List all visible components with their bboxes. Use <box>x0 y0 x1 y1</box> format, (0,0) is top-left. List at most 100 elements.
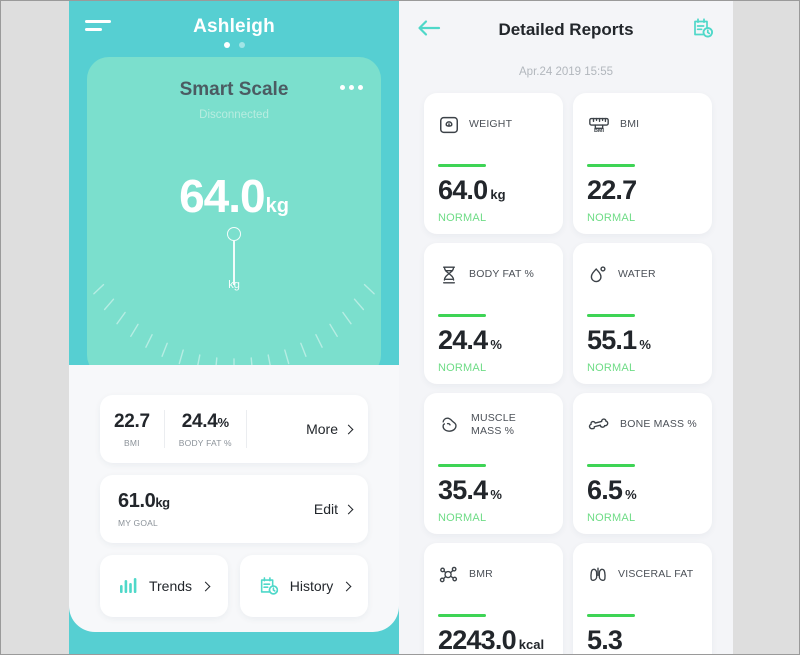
app-frame: Ashleigh Smart Scale Disconnected 64.0kg… <box>0 0 800 655</box>
metric-value: 2243.0 <box>438 625 517 655</box>
more-button[interactable]: More <box>247 421 368 437</box>
metric-label: WEIGHT <box>469 118 513 131</box>
calendar-clock-icon <box>260 577 278 595</box>
metric-label: BONE MASS % <box>620 418 697 431</box>
metric-label: VISCERAL FAT <box>618 568 694 581</box>
page-title: Detailed Reports <box>498 20 634 39</box>
edit-label: Edit <box>313 501 338 517</box>
metric-card-bmi[interactable]: BMI BMI 22.7 NORMAL <box>573 93 712 234</box>
bar-chart-icon <box>119 578 137 593</box>
page-dot-2[interactable] <box>238 42 245 48</box>
water-drop-icon <box>590 266 606 283</box>
metric-card-body-fat[interactable]: BODY FAT % 24.4% NORMAL <box>424 243 563 384</box>
home-topbar: Ashleigh <box>69 1 399 57</box>
metric-card-muscle-mass[interactable]: MUSCLE MASS % 35.4% NORMAL <box>424 393 563 534</box>
bone-icon <box>588 418 609 430</box>
scale-icon <box>440 116 458 134</box>
metric-value: 64.0 <box>438 175 488 205</box>
metric-label: BMR <box>469 568 493 581</box>
metric-status: NORMAL <box>438 512 487 524</box>
lungs-icon <box>590 567 606 582</box>
metric-value: 6.5 <box>587 475 623 505</box>
metric-card-visceral-fat[interactable]: VISCERAL FAT 5.3 <box>573 543 712 655</box>
body-fat-value: 24.4 <box>181 410 218 432</box>
page-indicator <box>69 42 399 48</box>
dial-unit-label: kg <box>228 279 240 291</box>
chevron-right-icon <box>341 581 352 591</box>
ruler-bmi-icon: BMI <box>589 117 609 134</box>
metric-value: 5.3 <box>587 625 623 655</box>
metric-status: NORMAL <box>438 362 487 374</box>
trends-button[interactable]: Trends <box>100 555 228 617</box>
metric-label: BMI <box>620 118 640 131</box>
stat-body-fat: 24.4% BODY FAT % <box>165 411 246 448</box>
goal-value: 61.0 <box>118 490 156 512</box>
muscle-arm-icon <box>442 417 457 432</box>
more-dots-icon[interactable] <box>340 85 363 90</box>
chevron-right-icon <box>343 504 354 514</box>
back-arrow-icon[interactable] <box>417 18 441 38</box>
goal-unit: kg <box>155 495 170 510</box>
more-label: More <box>306 421 338 437</box>
body-fat-label: BODY FAT % <box>178 437 232 448</box>
home-bottom-sheet: 22.7 BMI 24.4% BODY FAT % More 61.0kg MY… <box>69 365 399 632</box>
user-name-title: Ashleigh <box>193 16 275 37</box>
metric-bar <box>587 464 635 467</box>
metric-unit: kcal <box>518 637 545 652</box>
metric-card-water[interactable]: WATER 55.1% NORMAL <box>573 243 712 384</box>
history-label: History <box>289 578 334 594</box>
home-screen: Ashleigh Smart Scale Disconnected 64.0kg… <box>69 1 399 654</box>
metric-value: 22.7 <box>587 175 637 205</box>
reports-topbar: Detailed Reports <box>399 1 733 57</box>
molecule-icon <box>439 566 458 583</box>
metric-card-bone-mass[interactable]: BONE MASS % 6.5% NORMAL <box>573 393 712 534</box>
hamburger-icon[interactable] <box>85 20 111 36</box>
dial-needle-icon <box>227 227 241 285</box>
metric-label: MUSCLE MASS % <box>471 411 516 437</box>
metric-value: 24.4 <box>438 325 488 355</box>
goal-label: MY GOAL <box>118 518 158 528</box>
metric-status: NORMAL <box>587 512 636 524</box>
metric-bar <box>438 614 486 617</box>
edit-goal-button[interactable]: Edit <box>170 501 368 517</box>
metric-value: 35.4 <box>438 475 488 505</box>
metric-value: 55.1 <box>587 325 637 355</box>
metric-unit: % <box>490 487 502 502</box>
metric-card-weight[interactable]: WEIGHT 64.0 kg NORMAL <box>424 93 563 234</box>
trends-label: Trends <box>148 578 193 594</box>
metric-bar <box>438 464 486 467</box>
metric-unit: % <box>639 337 651 352</box>
metric-bar <box>587 614 635 617</box>
chevron-right-icon <box>200 581 211 591</box>
my-goal-card[interactable]: 61.0kg MY GOAL Edit <box>100 475 368 543</box>
metrics-grid: WEIGHT 64.0 kg NORMAL BMI BMI 22.7 NORMA… <box>424 93 712 655</box>
svg-text:BMI: BMI <box>594 128 605 134</box>
metric-label: BODY FAT % <box>469 268 535 281</box>
stat-bmi: 22.7 BMI <box>100 411 164 448</box>
metric-bar <box>587 164 635 167</box>
page-dot-1[interactable] <box>223 42 230 48</box>
bmi-value: 22.7 <box>114 410 150 432</box>
detailed-reports-screen: Detailed Reports Apr.24 2019 15:55 WEIGH… <box>399 1 733 655</box>
chevron-right-icon <box>343 424 354 434</box>
goal-info: 61.0kg MY GOAL <box>100 490 170 528</box>
device-name: Smart Scale <box>179 79 289 100</box>
metric-unit: kg <box>490 187 506 202</box>
metric-unit: % <box>490 337 502 352</box>
smart-scale-card[interactable]: Smart Scale Disconnected 64.0kg kg <box>87 57 381 377</box>
device-status: Disconnected <box>199 109 269 121</box>
metric-unit: % <box>625 487 637 502</box>
weight-unit: kg <box>265 195 289 217</box>
measurement-timestamp: Apr.24 2019 15:55 <box>519 66 613 78</box>
metric-bar <box>438 314 486 317</box>
quick-stats-card[interactable]: 22.7 BMI 24.4% BODY FAT % More <box>100 395 368 463</box>
metric-status: NORMAL <box>587 212 636 224</box>
metric-label: WATER <box>618 268 656 281</box>
bmi-label: BMI <box>124 437 140 448</box>
history-button[interactable]: History <box>240 555 368 617</box>
metric-status: NORMAL <box>438 212 487 224</box>
metric-status: NORMAL <box>587 362 636 374</box>
calendar-clock-icon[interactable] <box>691 16 715 40</box>
weight-value: 64.0 <box>179 170 266 222</box>
metric-card-bmr[interactable]: BMR 2243.0 kcal <box>424 543 563 655</box>
